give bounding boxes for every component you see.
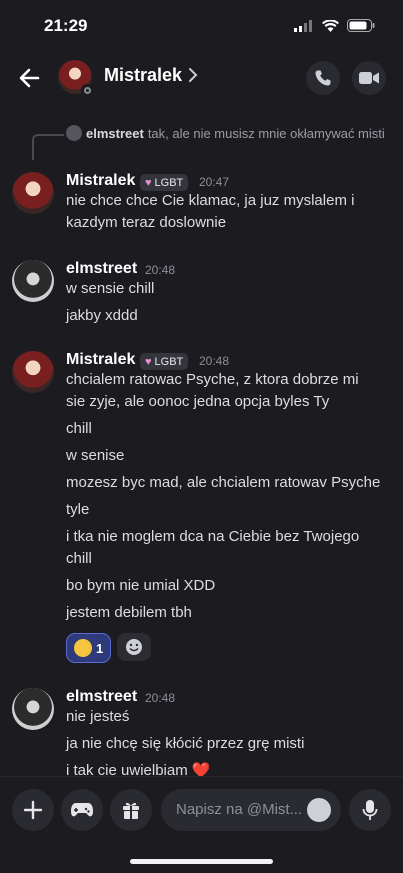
signal-icon xyxy=(294,19,312,32)
badge-label: LGBT xyxy=(154,176,184,189)
message-time: 20:48 xyxy=(145,263,176,277)
gift-icon xyxy=(123,802,139,819)
status-icons xyxy=(294,19,375,32)
battery-icon xyxy=(347,19,375,32)
reaction-bar: 1 xyxy=(66,633,152,663)
plus-icon xyxy=(23,800,43,820)
avatar[interactable] xyxy=(12,351,54,393)
message-text[interactable]: chill xyxy=(66,546,92,572)
voice-message-button[interactable] xyxy=(349,789,391,831)
message-text[interactable]: jestem debilem tbh xyxy=(66,600,192,626)
message-time: 20:47 xyxy=(199,175,230,189)
header-title[interactable]: Mistralek xyxy=(104,65,182,86)
back-arrow-icon[interactable] xyxy=(16,64,44,92)
message-text[interactable]: w sensie chill xyxy=(66,276,154,302)
message-text[interactable]: w senise xyxy=(66,443,124,469)
video-camera-icon xyxy=(359,72,379,84)
offline-status-icon xyxy=(81,84,93,96)
avatar[interactable] xyxy=(12,172,54,214)
message-time: 20:48 xyxy=(199,354,230,368)
badge-label: LGBT xyxy=(154,355,184,368)
gift-button[interactable] xyxy=(110,789,152,831)
activities-button[interactable] xyxy=(61,789,103,831)
voice-call-button[interactable] xyxy=(306,61,340,95)
message-text[interactable]: i tak cie uwielbiam ❤️ xyxy=(66,758,211,776)
message-text[interactable]: tyle xyxy=(66,497,89,523)
heart-icon: ♥ xyxy=(145,355,152,368)
reply-preview[interactable]: elmstreet tak, ale nie musisz mnie okłamy… xyxy=(66,125,386,142)
message-text[interactable]: jakby xddd xyxy=(66,303,138,329)
status-bar: 21:29 xyxy=(0,0,403,50)
heart-icon: ♥ xyxy=(145,176,152,189)
message-text[interactable]: bo bym nie umial XDD xyxy=(66,573,215,599)
emoji-picker-icon[interactable] xyxy=(307,798,331,822)
add-reaction-button[interactable] xyxy=(117,633,152,661)
reaction-crying[interactable]: 1 xyxy=(66,633,112,663)
avatar[interactable] xyxy=(12,688,54,730)
chevron-right-icon[interactable] xyxy=(188,67,198,83)
home-indicator[interactable] xyxy=(130,859,273,864)
reply-avatar xyxy=(66,125,82,141)
status-time: 21:29 xyxy=(44,16,88,35)
smiley-icon xyxy=(126,639,143,655)
wifi-icon xyxy=(322,19,339,32)
crying-face-icon xyxy=(74,639,92,657)
message-text[interactable]: nie jesteś xyxy=(66,704,129,730)
message-text[interactable]: chill xyxy=(66,416,92,442)
composer-bar: Napisz na @Mist... xyxy=(0,776,403,873)
message-text[interactable]: sie zyje, ale oonoc jedna opcja byles Ty xyxy=(66,389,329,415)
gamepad-icon xyxy=(71,803,93,817)
message-list[interactable]: elmstreet tak, ale nie musisz mnie okłamy… xyxy=(0,106,403,776)
avatar[interactable] xyxy=(12,260,54,302)
add-attachment-button[interactable] xyxy=(12,789,54,831)
chat-header: Mistralek xyxy=(0,50,403,106)
message-text[interactable]: kazdym teraz doslownie xyxy=(66,210,226,236)
reaction-count: 1 xyxy=(96,640,104,656)
reply-text: tak, ale nie musisz mnie okłamywać misti xyxy=(147,126,385,141)
video-call-button[interactable] xyxy=(352,61,386,95)
message-time: 20:48 xyxy=(145,691,176,705)
reply-connector xyxy=(32,134,64,160)
message-input[interactable]: Napisz na @Mist... xyxy=(161,789,341,831)
microphone-icon xyxy=(362,800,378,820)
message-input-placeholder: Napisz na @Mist... xyxy=(176,801,303,818)
message-text[interactable]: i tka nie moglem dca na Ciebie bez Twoje… xyxy=(66,524,359,550)
message-text[interactable]: ja nie chcę się kłócić przez grę misti xyxy=(66,731,304,757)
phone-icon xyxy=(315,70,331,86)
reply-author: elmstreet xyxy=(86,126,144,141)
message-text[interactable]: mozesz byc mad, ale chcialem ratowav Psy… xyxy=(66,470,380,496)
